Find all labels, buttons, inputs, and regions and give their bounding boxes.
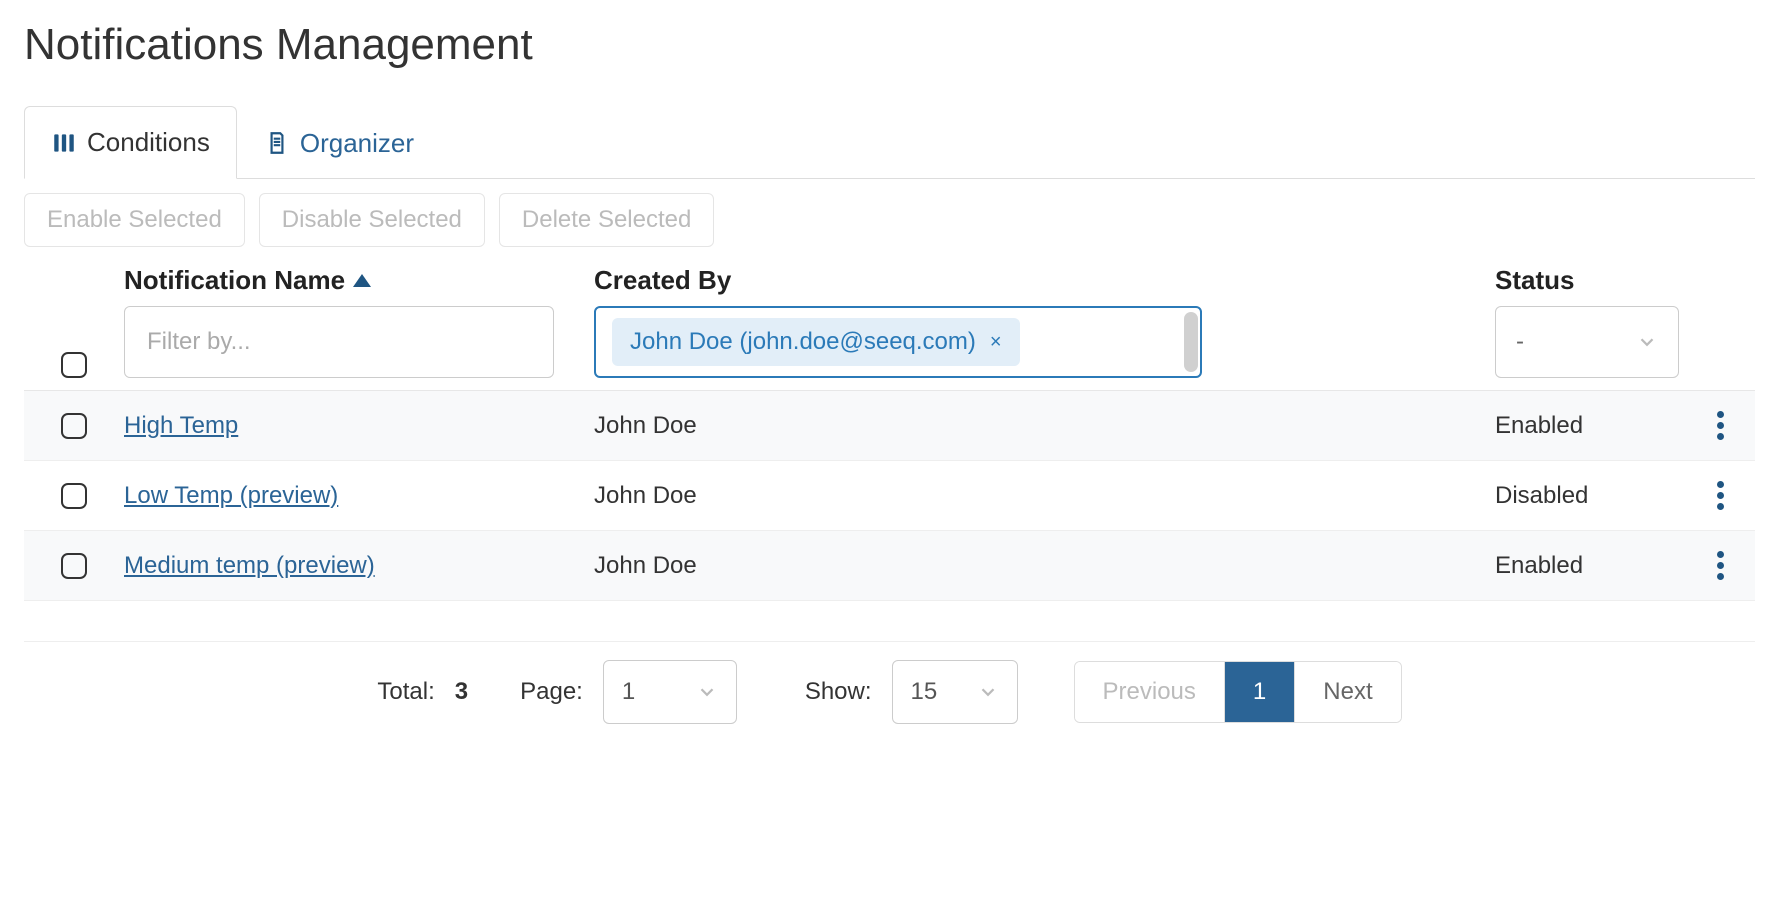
table-row: High Temp John DoeEnabled — [24, 391, 1755, 461]
status-filter-value: - — [1516, 328, 1524, 356]
pagination-bar: Total: 3 Page: 1 Show: 15 Previous 1 Nex… — [24, 641, 1755, 724]
status-cell: Disabled — [1495, 482, 1685, 510]
notification-name-link[interactable]: High Temp — [124, 412, 238, 439]
delete-selected-button[interactable]: Delete Selected — [499, 193, 714, 247]
tabs: Conditions Organizer — [24, 106, 1755, 179]
tab-organizer[interactable]: Organizer — [237, 106, 441, 179]
col-header-created-by[interactable]: Created By — [594, 265, 1495, 296]
chip-label: John Doe (john.doe@seeq.com) — [630, 328, 976, 356]
table-row: Low Temp (preview) John DoeDisabled — [24, 461, 1755, 531]
created-by-cell: John Doe — [594, 412, 1495, 440]
col-header-status[interactable]: Status — [1495, 265, 1755, 296]
page-title: Notifications Management — [24, 20, 1755, 70]
select-all-checkbox[interactable] — [61, 352, 87, 378]
created-by-cell: John Doe — [594, 552, 1495, 580]
pager: Previous 1 Next — [1074, 661, 1402, 723]
name-filter-input[interactable] — [124, 306, 554, 378]
col-header-name[interactable]: Notification Name — [124, 265, 594, 296]
tab-organizer-label: Organizer — [300, 128, 414, 159]
show-value: 15 — [911, 678, 938, 706]
organizer-icon — [264, 130, 290, 156]
notification-name-link[interactable]: Low Temp (preview) — [124, 482, 338, 509]
chevron-down-icon — [1636, 331, 1658, 353]
created-by-cell: John Doe — [594, 482, 1495, 510]
show-label: Show: — [805, 678, 872, 706]
page-value: 1 — [622, 678, 635, 706]
col-header-status-label: Status — [1495, 265, 1574, 296]
total-label: Total: — [377, 678, 434, 706]
total-value: 3 — [455, 678, 468, 706]
chevron-down-icon — [696, 681, 718, 703]
show-select[interactable]: 15 — [892, 660, 1018, 724]
col-header-created-by-label: Created By — [594, 265, 731, 296]
row-actions-menu-icon[interactable] — [1711, 475, 1730, 516]
row-checkbox[interactable] — [61, 483, 87, 509]
col-header-name-label: Notification Name — [124, 265, 345, 296]
created-by-chip: John Doe (john.doe@seeq.com) × — [612, 318, 1020, 366]
page-1-button[interactable]: 1 — [1225, 662, 1295, 722]
table-header-row: Notification Name Created By John Doe (j… — [24, 265, 1755, 391]
tab-conditions-label: Conditions — [87, 127, 210, 158]
action-bar: Enable Selected Disable Selected Delete … — [24, 193, 1755, 247]
enable-selected-button[interactable]: Enable Selected — [24, 193, 245, 247]
chip-field-scrollbar[interactable] — [1184, 312, 1198, 372]
next-button[interactable]: Next — [1295, 662, 1400, 722]
page-label: Page: — [520, 678, 583, 706]
chip-remove-icon[interactable]: × — [990, 331, 1002, 354]
previous-button[interactable]: Previous — [1075, 662, 1225, 722]
conditions-icon — [51, 130, 77, 156]
row-actions-menu-icon[interactable] — [1711, 405, 1730, 446]
chevron-down-icon — [977, 681, 999, 703]
notifications-table: Notification Name Created By John Doe (j… — [24, 265, 1755, 601]
status-cell: Enabled — [1495, 552, 1685, 580]
disable-selected-button[interactable]: Disable Selected — [259, 193, 485, 247]
row-checkbox[interactable] — [61, 553, 87, 579]
sort-asc-icon — [353, 274, 371, 287]
page-select[interactable]: 1 — [603, 660, 737, 724]
created-by-filter-field[interactable]: John Doe (john.doe@seeq.com) × — [594, 306, 1202, 378]
row-checkbox[interactable] — [61, 413, 87, 439]
row-actions-menu-icon[interactable] — [1711, 545, 1730, 586]
table-row: Medium temp (preview) John DoeEnabled — [24, 531, 1755, 601]
notification-name-link[interactable]: Medium temp (preview) — [124, 552, 375, 579]
tab-conditions[interactable]: Conditions — [24, 106, 237, 179]
status-filter-select[interactable]: - — [1495, 306, 1679, 378]
status-cell: Enabled — [1495, 412, 1685, 440]
